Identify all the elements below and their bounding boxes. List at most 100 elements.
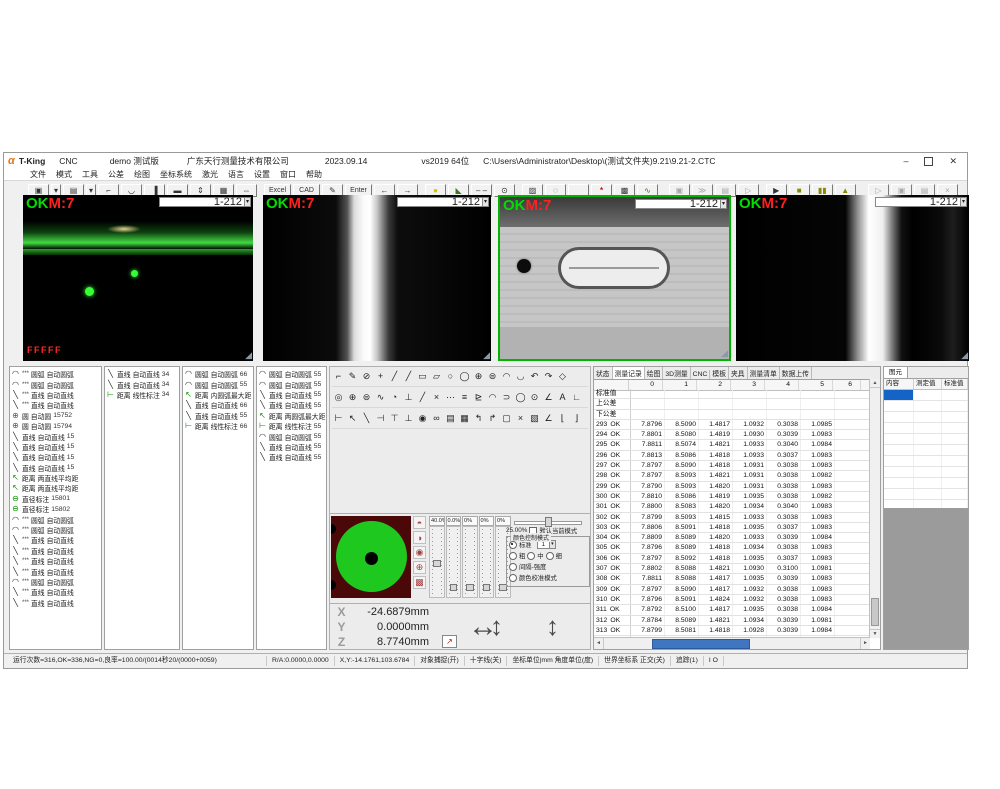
radio-mid[interactable] (527, 552, 535, 560)
tool-1-5-button[interactable]: ⊥ (402, 391, 415, 404)
list-item[interactable]: ◠***圆弧自动圆弧 (10, 525, 101, 535)
tool-2-0-button[interactable]: ⊢ (332, 412, 345, 425)
tool-1-9-button[interactable]: ≡ (458, 391, 471, 404)
tool-2-12-button[interactable]: ▢ (500, 412, 513, 425)
tool-1-13-button[interactable]: ◯ (514, 391, 527, 404)
tool-0-2-button[interactable]: ⊘ (360, 370, 373, 383)
tool-1-17-button[interactable]: ∟ (570, 391, 583, 404)
resize-grip-icon[interactable]: ◢ (483, 350, 490, 361)
table-row[interactable]: 295OK7.88118.50741.48211.09330.30401.098… (594, 440, 870, 450)
tab-0[interactable]: 状态 (594, 367, 613, 379)
camera-view-3-active[interactable]: OKM:7 1-212▾ ◢ (498, 195, 731, 361)
list-item[interactable]: ◠圆弧自动圆弧55 (257, 369, 326, 379)
table-body[interactable]: 标准值上公差下公差293OK7.87968.50901.48171.09320.… (594, 389, 870, 638)
scroll-right-icon[interactable]: ► (860, 638, 870, 649)
list-item[interactable]: ╲直线自动直线15 (10, 452, 101, 462)
slider-thumb[interactable] (483, 584, 491, 591)
list-item[interactable]: ╲直线自动直线15 (10, 431, 101, 441)
tab-5[interactable]: 模板 (710, 367, 729, 379)
menu-3[interactable]: 公差 (108, 169, 124, 180)
maximize-button[interactable] (924, 157, 933, 166)
scroll-down-icon[interactable]: ▼ (870, 629, 880, 638)
tool-0-10-button[interactable]: ⊕ (472, 370, 485, 383)
tool-0-3-button[interactable]: + (374, 370, 387, 383)
tool-1-7-button[interactable]: × (430, 391, 443, 404)
tool-2-10-button[interactable]: ↰ (472, 412, 485, 425)
list-item[interactable]: ↖距离两直线平均距 (10, 483, 101, 493)
jog-vertical-icon[interactable]: ↕ (490, 606, 503, 646)
tool-2-4-button[interactable]: ⊤ (388, 412, 401, 425)
list-item[interactable]: ◠***圆弧自动圆弧 (10, 514, 101, 524)
tool-2-8-button[interactable]: ▤ (444, 412, 457, 425)
table-row[interactable]: 310OK7.87968.50911.48241.09320.30381.098… (594, 595, 870, 605)
list-item[interactable]: ╲***直线自动直线 (10, 546, 101, 556)
list-item[interactable]: ↖距离两直线平均距 (10, 473, 101, 483)
menu-1[interactable]: 模式 (56, 169, 72, 180)
list-item[interactable]: ◠***圆弧自动圆弧 (10, 577, 101, 587)
slider-track[interactable] (446, 526, 462, 598)
element-row[interactable] (884, 467, 968, 478)
list-item[interactable]: ╲直线自动直线55 (257, 452, 326, 462)
list-item[interactable]: ⊢距离线性标注66 (183, 421, 253, 431)
resize-grip-icon[interactable]: ◢ (961, 350, 968, 361)
list-item[interactable]: ╲直线自动直线15 (10, 442, 101, 452)
element-row[interactable] (884, 456, 968, 467)
tool-2-5-button[interactable]: ⊥ (402, 412, 415, 425)
scrollbar-thumb[interactable] (652, 639, 750, 649)
tool-1-10-button[interactable]: ⊵ (472, 391, 485, 404)
tab-2[interactable]: 绘图 (645, 367, 664, 379)
list-item[interactable]: ╲***直线自动直线 (10, 400, 101, 410)
tool-1-14-button[interactable]: ⊙ (528, 391, 541, 404)
tool-2-13-button[interactable]: × (514, 412, 527, 425)
list-item[interactable]: ╲直线自动直线15 (10, 463, 101, 473)
list-item[interactable]: ╲***直线自动直线 (10, 535, 101, 545)
diagonal-move-button[interactable]: ↗ (442, 635, 457, 648)
table-row[interactable]: 312OK7.87848.50891.48211.09340.30391.098… (594, 616, 870, 626)
tool-1-0-button[interactable]: ◎ (332, 391, 345, 404)
tool-1-3-button[interactable]: ∿ (374, 391, 387, 404)
element-row[interactable] (884, 478, 968, 489)
menu-5[interactable]: 坐标系统 (160, 169, 192, 180)
tool-2-2-button[interactable]: ╲ (360, 412, 373, 425)
tab-element[interactable]: 图元 (884, 367, 908, 378)
list-item[interactable]: ◠圆弧自动圆弧55 (183, 379, 253, 389)
element-row[interactable] (884, 412, 968, 423)
list-item[interactable]: ⊢距离线性标注55 (257, 421, 326, 431)
table-row[interactable]: 300OK7.88108.50861.48191.09350.30381.098… (594, 492, 870, 502)
radio-fine[interactable] (546, 552, 554, 560)
table-row[interactable]: 309OK7.87978.50901.48171.09320.30381.098… (594, 585, 870, 595)
tool-0-11-button[interactable]: ⊜ (486, 370, 499, 383)
tool-1-2-button[interactable]: ⊜ (360, 391, 373, 404)
light-segment-2-button[interactable]: ◉ (413, 546, 426, 559)
table-row[interactable]: 297OK7.87978.50901.48181.09310.30381.098… (594, 461, 870, 471)
camera-view-2[interactable]: OKM:7 1-212▾ ◢ (263, 195, 491, 361)
tool-0-14-button[interactable]: ↶ (528, 370, 541, 383)
element-row[interactable] (884, 390, 968, 401)
tool-0-9-button[interactable]: ◯ (458, 370, 471, 383)
list-item[interactable]: ╲直线自动直线34 (105, 379, 179, 389)
light-segment-0-button[interactable]: ◓ (413, 516, 426, 529)
list-item[interactable]: ◠***圆弧自动圆弧 (10, 379, 101, 389)
tool-1-15-button[interactable]: ∠ (542, 391, 555, 404)
list-item[interactable]: ╲***直线自动直线 (10, 390, 101, 400)
tool-0-15-button[interactable]: ↷ (542, 370, 555, 383)
tool-2-11-button[interactable]: ↱ (486, 412, 499, 425)
table-row[interactable]: 293OK7.87968.50901.48171.09320.30381.098… (594, 420, 870, 430)
xy-jog-control[interactable]: ↔ ↕ (468, 610, 538, 646)
tab-6[interactable]: 夹具 (729, 367, 748, 379)
list-item[interactable]: ⊕圆自动圆15794 (10, 421, 101, 431)
minimize-button[interactable]: – (903, 156, 908, 166)
table-row[interactable]: 307OK7.88028.50881.48211.09300.31001.098… (594, 564, 870, 574)
tab-3[interactable]: 3D测量 (663, 367, 690, 379)
table-row[interactable]: 304OK7.88098.50891.48201.09330.30391.098… (594, 533, 870, 543)
tool-2-3-button[interactable]: ⊣ (374, 412, 387, 425)
element-row[interactable] (884, 489, 968, 500)
table-row[interactable]: 303OK7.88068.50911.48181.09350.30371.098… (594, 523, 870, 533)
tool-0-13-button[interactable]: ◡ (514, 370, 527, 383)
close-button[interactable]: ✕ (949, 156, 957, 167)
menu-9[interactable]: 窗口 (280, 169, 296, 180)
ring-light-indicator[interactable] (331, 516, 411, 598)
list-item[interactable]: ⊖直径标注15801 (10, 494, 101, 504)
table-row[interactable]: 305OK7.87968.50891.48181.09340.30381.098… (594, 543, 870, 553)
element-row[interactable] (884, 423, 968, 434)
